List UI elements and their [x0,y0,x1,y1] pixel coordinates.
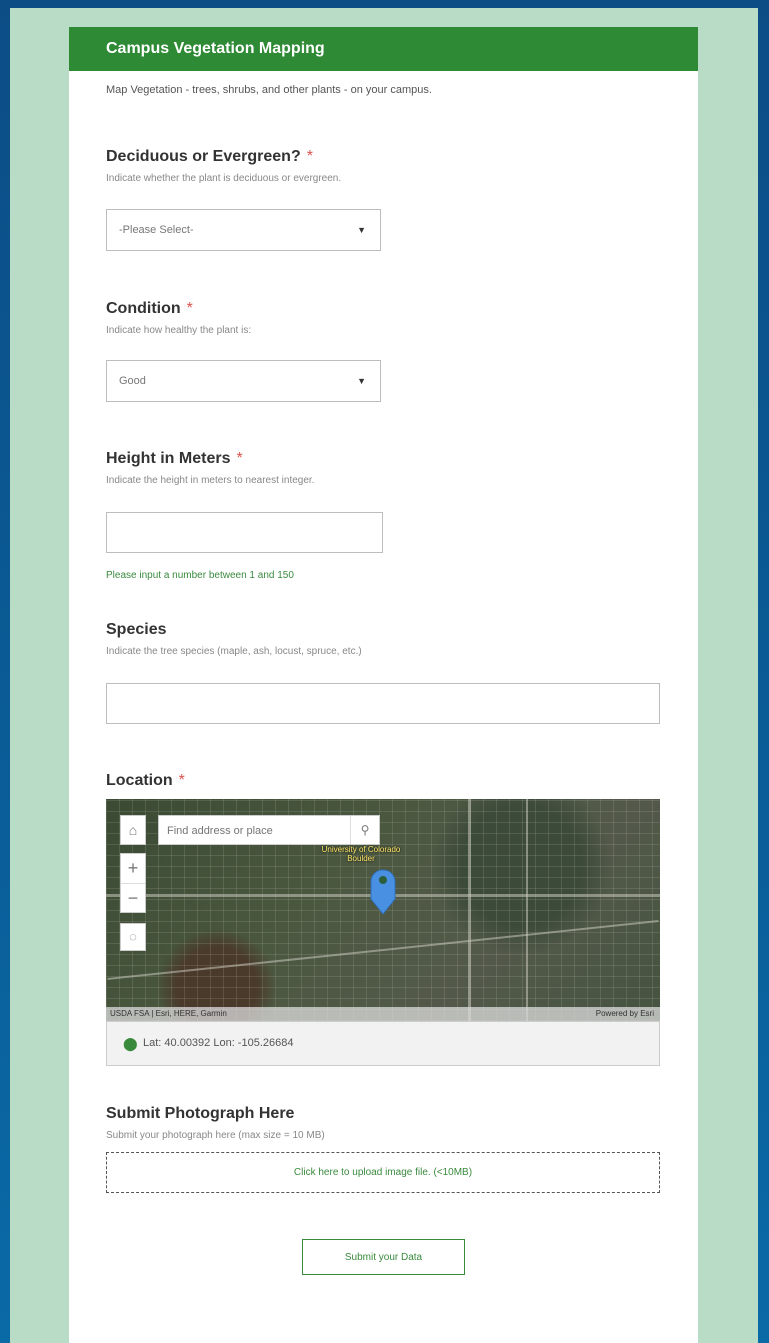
question-hint: Indicate the tree species (maple, ash, l… [106,646,362,657]
condition-select[interactable]: Good ▼ [106,360,381,402]
question-title: Deciduous or Evergreen? * [106,148,313,165]
question-title: Condition * [106,300,193,317]
location-pin-icon: ⬤ [123,1036,138,1051]
question-title: Species [106,621,167,638]
map-search-input[interactable] [159,816,354,846]
location-coordinates: ⬤ Lat: 40.00392 Lon: -105.26684 [106,1021,660,1066]
map-attribution: USDA FSA | Esri, HERE, Garmin Powered by… [106,1007,660,1021]
zoom-controls: + − [120,853,146,913]
question-hint: Indicate the height in meters to nearest… [106,475,315,486]
required-mark: * [186,300,193,317]
location-map[interactable]: ⌂ ⚲ + − ◌ University of Colorado Boulder… [106,799,660,1021]
question-hint: Submit your photograph here (max size = … [106,1130,325,1141]
map-search-box[interactable]: ⚲ [158,815,380,846]
question-location: Location * [106,772,185,790]
form-title: Campus Vegetation Mapping [69,27,698,71]
caret-down-icon: ▼ [357,225,366,235]
required-mark: * [306,148,313,165]
map-place-label: University of Colorado Boulder [321,845,401,863]
question-hint: Indicate how healthy the plant is: [106,325,252,336]
map-road [526,799,528,1021]
zoom-in-icon[interactable]: + [121,854,145,883]
zoom-out-icon[interactable]: − [121,883,145,913]
form-description: Map Vegetation - trees, shrubs, and othe… [106,84,432,96]
select-value: -Please Select- [119,224,194,236]
map-road [468,799,471,1021]
select-value: Good [119,375,146,387]
survey-form: Campus Vegetation Mapping Map Vegetation… [69,27,698,1343]
photo-upload-area[interactable]: Click here to upload image file. (<10MB) [106,1152,660,1193]
powered-by-text[interactable]: Powered by Esri [596,1007,654,1021]
map-road [107,920,659,980]
question-title: Submit Photograph Here [106,1105,295,1122]
question-species: Species Indicate the tree species (maple… [106,621,362,657]
submit-button[interactable]: Submit your Data [302,1239,465,1275]
question-height: Height in Meters * Indicate the height in… [106,450,314,486]
coordinates-text: Lat: 40.00392 Lon: -105.26684 [143,1037,294,1049]
caret-down-icon: ▼ [357,376,366,386]
search-icon[interactable]: ⚲ [350,816,379,844]
map-pin-icon[interactable] [370,869,396,915]
attribution-text: USDA FSA | Esri, HERE, Garmin [110,1009,227,1018]
required-mark: * [178,772,185,789]
question-photo: Submit Photograph Here Submit your photo… [106,1105,325,1141]
deciduous-select[interactable]: -Please Select- ▼ [106,209,381,251]
question-hint: Indicate whether the plant is deciduous … [106,173,342,184]
question-title: Location * [106,772,185,789]
height-validation-message: Please input a number between 1 and 150 [106,570,294,581]
home-icon[interactable]: ⌂ [120,815,146,845]
required-mark: * [236,450,243,467]
height-input[interactable] [106,512,383,553]
question-deciduous: Deciduous or Evergreen? * Indicate whethe… [106,148,341,184]
species-input[interactable] [106,683,660,724]
locate-icon[interactable]: ◌ [120,923,146,951]
question-title: Height in Meters * [106,450,243,467]
question-condition: Condition * Indicate how healthy the plan… [106,300,251,336]
